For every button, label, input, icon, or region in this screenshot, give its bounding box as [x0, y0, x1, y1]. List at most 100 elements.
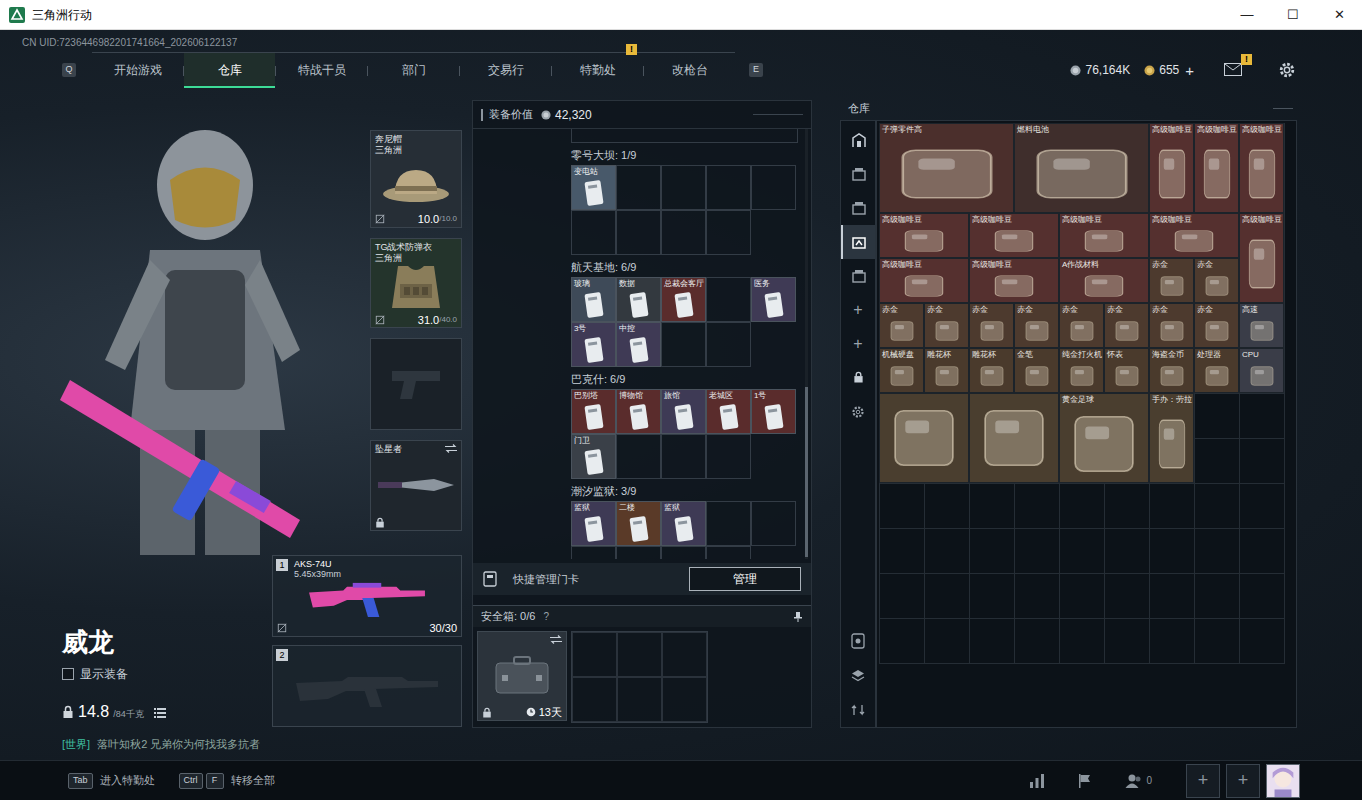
melee-slot[interactable]: 坠星者: [370, 440, 462, 531]
keycard[interactable]: 数据: [616, 277, 661, 322]
settings-gear-icon[interactable]: [1278, 61, 1296, 79]
keycard[interactable]: 博物馆: [616, 389, 661, 434]
keycard[interactable]: 老城区: [706, 389, 751, 434]
pin-icon[interactable]: [793, 612, 803, 622]
empty-keycard-slot[interactable]: [571, 546, 616, 559]
manage-button[interactable]: 管理: [689, 567, 801, 591]
warehouse-item[interactable]: 纯金打火机: [1059, 348, 1104, 393]
empty-keycard-slot[interactable]: [751, 501, 796, 546]
empty-keycard-slot[interactable]: [661, 165, 706, 210]
keycard[interactable]: 旅馆: [661, 389, 706, 434]
keycard[interactable]: 监狱: [661, 501, 706, 546]
layers-icon[interactable]: [851, 669, 865, 683]
nav-tab[interactable]: 改枪台: [644, 53, 735, 88]
add-tickets-button[interactable]: +: [1185, 63, 1194, 78]
warehouse-item[interactable]: CPU: [1239, 348, 1284, 393]
mail-button[interactable]: !: [1224, 63, 1244, 77]
add-friend-slot[interactable]: +: [1186, 764, 1220, 798]
keycard[interactable]: 医务: [751, 277, 796, 322]
warehouse-tab[interactable]: [841, 259, 875, 293]
add-storage-button[interactable]: +: [853, 293, 862, 327]
swap-icon[interactable]: [550, 635, 562, 644]
warehouse-item[interactable]: 机械硬盘: [879, 348, 924, 393]
warehouse-item[interactable]: 高级咖啡豆: [1149, 123, 1194, 213]
empty-keycard-slot[interactable]: [706, 546, 751, 559]
warehouse-tab[interactable]: [841, 123, 875, 157]
empty-keycard-slot[interactable]: [706, 322, 751, 367]
warehouse-item[interactable]: 赤金: [1149, 258, 1194, 303]
keycard[interactable]: 3号: [571, 322, 616, 367]
warehouse-item[interactable]: [879, 393, 969, 483]
warehouse-item[interactable]: 燃料电池: [1014, 123, 1149, 213]
sort-icon[interactable]: [851, 633, 865, 649]
nav-tab[interactable]: 特勤处!: [552, 53, 643, 88]
nav-tab[interactable]: 部门: [368, 53, 459, 88]
warehouse-item[interactable]: 赤金: [879, 303, 924, 348]
transfer-icon[interactable]: [851, 703, 865, 717]
window-control-button[interactable]: ✕: [1316, 0, 1362, 29]
warehouse-item[interactable]: 赤金: [1014, 303, 1059, 348]
keycard[interactable]: 1号: [751, 389, 796, 434]
warehouse-item[interactable]: 高级咖啡豆: [879, 258, 969, 303]
warehouse-item[interactable]: 子弹零件高: [879, 123, 1014, 213]
warehouse-item[interactable]: 高级咖啡豆: [1239, 213, 1284, 303]
pistol-slot[interactable]: [370, 338, 462, 430]
swap-icon[interactable]: [445, 444, 457, 453]
warehouse-item[interactable]: 高级咖啡豆: [969, 258, 1059, 303]
keycard-list[interactable]: 零号大坝: 1/9变电站航天基地: 6/9玻璃数据总裁会客厅医务3号中控巴克什:…: [473, 129, 805, 559]
warehouse-item[interactable]: 赤金: [924, 303, 969, 348]
weapon-slot[interactable]: 2: [272, 645, 462, 727]
settings-gear-icon[interactable]: [851, 405, 865, 419]
helmet-slot[interactable]: 奔尼帽三角洲10.0/10.0: [370, 130, 462, 228]
empty-keycard-slot[interactable]: [661, 434, 706, 479]
warehouse-item[interactable]: 高级咖啡豆: [969, 213, 1059, 258]
warehouse-tab[interactable]: [841, 157, 875, 191]
nav-tab[interactable]: 交易行: [460, 53, 551, 88]
show-gear-toggle[interactable]: 显示装备: [62, 666, 272, 682]
show-gear-checkbox[interactable]: [62, 668, 74, 680]
warehouse-item[interactable]: 赤金: [1194, 258, 1239, 303]
nav-tab[interactable]: 仓库: [184, 53, 275, 88]
empty-keycard-slot[interactable]: [571, 210, 616, 255]
empty-keycard-slot[interactable]: [616, 210, 661, 255]
warehouse-item[interactable]: 高速: [1239, 303, 1284, 348]
prev-key[interactable]: Q: [62, 63, 76, 77]
warehouse-item[interactable]: 赤金: [1149, 303, 1194, 348]
keycard[interactable]: 门卫: [571, 434, 616, 479]
key-hint[interactable]: Tab进入特勤处: [68, 772, 155, 789]
warehouse-item[interactable]: 高级咖啡豆: [879, 213, 969, 258]
warehouse-item[interactable]: 雕花杯: [924, 348, 969, 393]
empty-keycard-slot[interactable]: [751, 165, 796, 210]
window-control-button[interactable]: ☐: [1270, 0, 1316, 29]
safe-box-grid[interactable]: [571, 631, 708, 723]
lock-icon[interactable]: [853, 371, 864, 383]
empty-keycard-slot[interactable]: [706, 277, 751, 322]
nav-tab[interactable]: 特战干员: [276, 53, 367, 88]
warehouse-item[interactable]: 高级咖啡豆: [1194, 123, 1239, 213]
warehouse-tab[interactable]: [841, 225, 875, 259]
friends-icon[interactable]: [1125, 773, 1143, 789]
warehouse-item[interactable]: 怀表: [1104, 348, 1149, 393]
empty-keycard-slot[interactable]: [616, 546, 661, 559]
warehouse-item[interactable]: 雕花杯: [969, 348, 1014, 393]
empty-keycard-slot[interactable]: [661, 322, 706, 367]
warehouse-item[interactable]: 海盗金币: [1149, 348, 1194, 393]
list-icon[interactable]: [154, 707, 166, 719]
safe-box-case[interactable]: 13天: [477, 631, 567, 721]
empty-keycard-slot[interactable]: [706, 501, 751, 546]
safe-box-help[interactable]: ?: [543, 609, 549, 624]
warehouse-item[interactable]: 赤金: [1194, 303, 1239, 348]
empty-keycard-slot[interactable]: [661, 546, 706, 559]
keycard[interactable]: 巴别塔: [571, 389, 616, 434]
empty-keycard-slot[interactable]: [616, 165, 661, 210]
warehouse-item[interactable]: 黄金足球: [1059, 393, 1149, 483]
keycard[interactable]: 变电站: [571, 165, 616, 210]
add-storage-button[interactable]: +: [853, 327, 862, 361]
warehouse-tab[interactable]: [841, 191, 875, 225]
warehouse-item[interactable]: 赤金: [969, 303, 1014, 348]
empty-keycard-slot[interactable]: [706, 434, 751, 479]
warehouse-item[interactable]: 高级咖啡豆: [1239, 123, 1284, 213]
warehouse-item[interactable]: 高级咖啡豆: [1149, 213, 1239, 258]
warehouse-grid[interactable]: 子弹零件高燃料电池高级咖啡豆高级咖啡豆高级咖啡豆高级咖啡豆高级咖啡豆高级咖啡豆高…: [879, 123, 1285, 664]
keycard[interactable]: 玻璃: [571, 277, 616, 322]
